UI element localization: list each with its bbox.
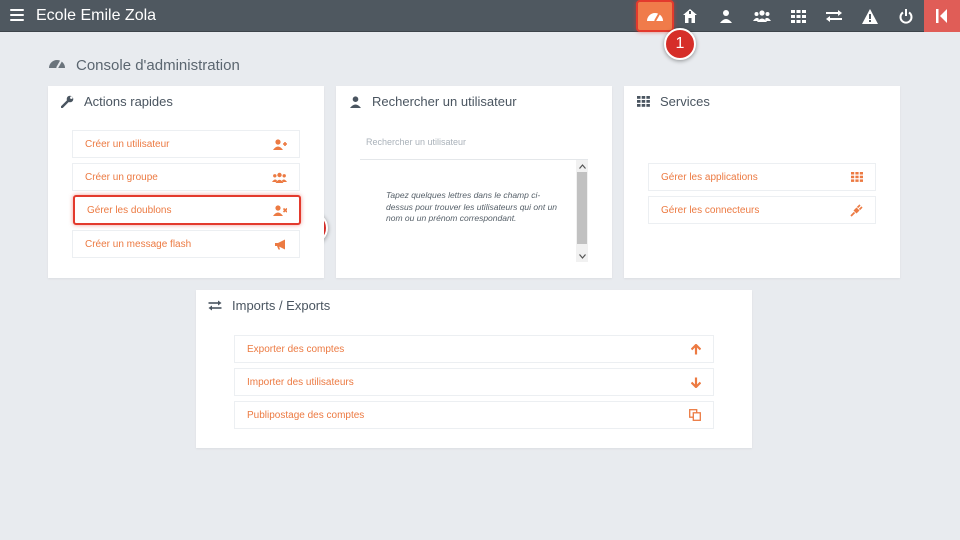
wrench-icon bbox=[60, 95, 74, 108]
user-remove-icon bbox=[273, 204, 287, 216]
group-icon[interactable] bbox=[744, 0, 780, 32]
action-label: Gérer les applications bbox=[661, 171, 758, 183]
user-search-input[interactable]: Rechercher un utilisateur bbox=[360, 128, 588, 160]
panel-header: Services bbox=[636, 94, 710, 109]
megaphone-icon bbox=[274, 239, 287, 250]
transfer-icon bbox=[208, 300, 222, 311]
action-label: Publipostage des comptes bbox=[247, 409, 365, 421]
action-label: Créer un utilisateur bbox=[85, 138, 170, 150]
action-label: Exporter des comptes bbox=[247, 343, 345, 355]
apps-grid-icon[interactable] bbox=[780, 0, 816, 32]
manage-duplicates-button[interactable]: Gérer les doublons bbox=[73, 195, 301, 225]
user-add-icon bbox=[273, 138, 287, 150]
imports-exports-panel: Imports / Exports Exporter des comptes I… bbox=[196, 290, 752, 448]
panel-title: Imports / Exports bbox=[232, 298, 331, 313]
import-users-button[interactable]: Importer des utilisateurs bbox=[234, 368, 714, 396]
manage-connectors-button[interactable]: Gérer les connecteurs bbox=[648, 196, 876, 224]
action-label: Importer des utilisateurs bbox=[247, 376, 354, 388]
scroll-down-icon[interactable] bbox=[576, 250, 588, 262]
panel-title: Rechercher un utilisateur bbox=[372, 94, 517, 109]
callout-badge-1: 1 bbox=[664, 28, 696, 60]
mail-merge-accounts-button[interactable]: Publipostage des comptes bbox=[234, 401, 714, 429]
action-label: Créer un message flash bbox=[85, 238, 192, 250]
results-scrollbar[interactable] bbox=[576, 160, 588, 262]
manage-applications-button[interactable]: Gérer les applications bbox=[648, 163, 876, 191]
create-group-button[interactable]: Créer un groupe bbox=[72, 163, 300, 191]
create-user-button[interactable]: Créer un utilisateur bbox=[72, 130, 300, 158]
group-icon bbox=[272, 172, 287, 183]
action-label: Gérer les connecteurs bbox=[661, 204, 760, 216]
panel-title: Services bbox=[660, 94, 710, 109]
quick-actions-panel: Actions rapides Créer un utilisateur Cré… bbox=[48, 86, 324, 278]
page-title: Console d'administration bbox=[76, 57, 240, 74]
create-flash-message-button[interactable]: Créer un message flash bbox=[72, 230, 300, 258]
panel-header: Rechercher un utilisateur bbox=[348, 94, 517, 109]
transfer-icon[interactable] bbox=[816, 0, 852, 32]
dashboard-icon bbox=[48, 56, 66, 75]
scrollbar-thumb[interactable] bbox=[577, 172, 587, 244]
arrow-up-icon bbox=[691, 343, 701, 355]
action-label: Gérer les doublons bbox=[87, 204, 172, 216]
action-label: Créer un groupe bbox=[85, 171, 158, 183]
arrow-down-icon bbox=[691, 377, 701, 388]
user-icon bbox=[348, 95, 362, 108]
panel-header: Imports / Exports bbox=[208, 298, 330, 313]
top-bar: Ecole Emile Zola bbox=[0, 0, 960, 32]
dashboard-icon[interactable] bbox=[637, 0, 673, 32]
user-search-panel: Rechercher un utilisateur Rechercher un … bbox=[336, 86, 612, 278]
export-accounts-button[interactable]: Exporter des comptes bbox=[234, 335, 714, 363]
search-hint-text: Tapez quelques lettres dans le champ ci-… bbox=[386, 190, 558, 223]
panel-header: Actions rapides bbox=[60, 94, 173, 109]
panel-title: Actions rapides bbox=[84, 94, 173, 109]
hamburger-menu-icon[interactable] bbox=[10, 9, 24, 21]
scroll-up-icon[interactable] bbox=[576, 160, 588, 172]
apps-grid-icon bbox=[851, 172, 863, 182]
plug-icon bbox=[850, 203, 863, 217]
exit-icon[interactable] bbox=[924, 0, 960, 32]
warning-icon[interactable] bbox=[852, 0, 888, 32]
app-title: Ecole Emile Zola bbox=[36, 7, 157, 24]
apps-grid-icon bbox=[636, 96, 650, 107]
user-icon[interactable] bbox=[708, 0, 744, 32]
services-panel: Services Gérer les applications Gérer le… bbox=[624, 86, 900, 278]
copy-icon bbox=[689, 409, 701, 421]
page-heading: Console d'administration bbox=[48, 56, 240, 75]
power-icon[interactable] bbox=[888, 0, 924, 32]
